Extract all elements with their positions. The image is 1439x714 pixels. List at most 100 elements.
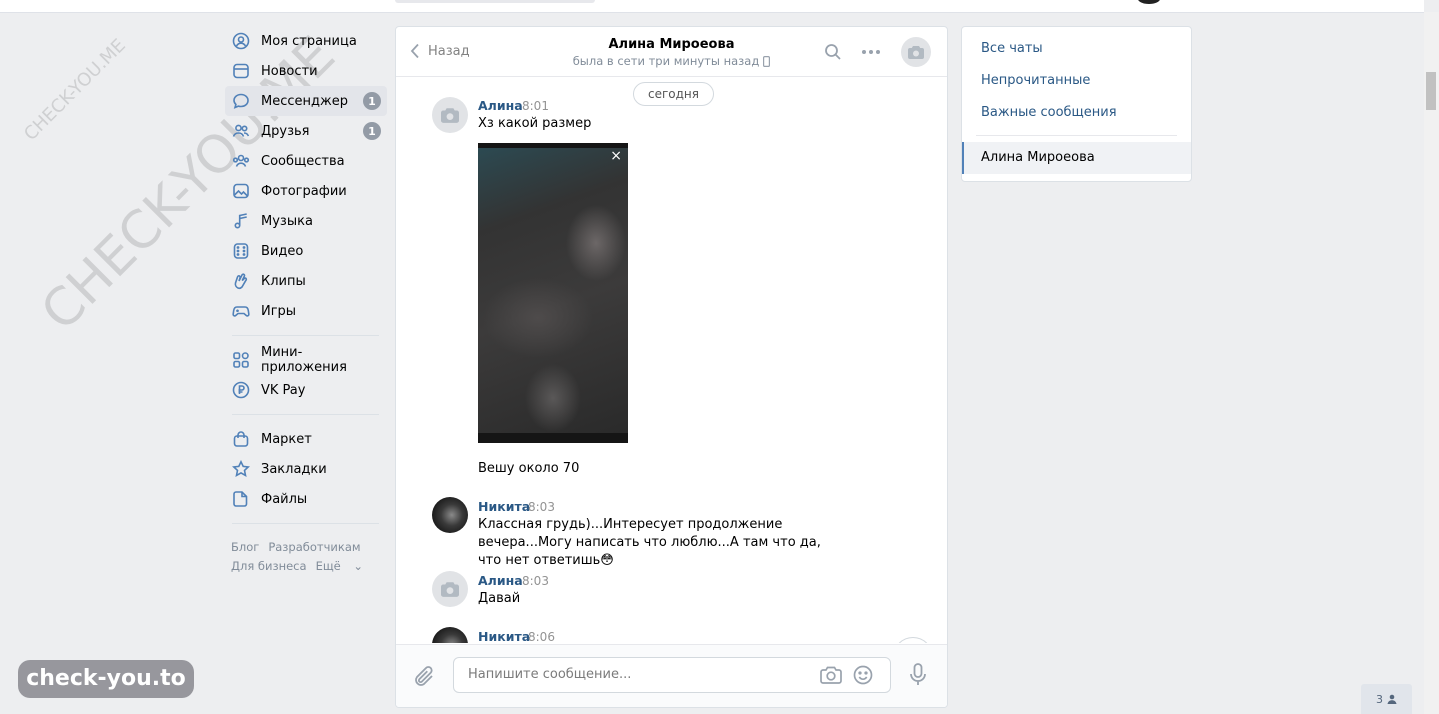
friends-badge: 1 [363,122,381,140]
nav-label: Игры [261,303,297,319]
message-text: Хз какой размер [478,116,592,131]
nav-label: Моя страница [261,33,357,49]
header-search-stub[interactable] [395,0,595,3]
chat-filters-panel: Все чаты Непрочитанные Важные сообщения … [961,26,1192,182]
online-friends-button[interactable]: 3 [1361,684,1412,714]
nav-label: VK Pay [261,382,306,398]
nav-item-mini-apps[interactable]: Мини-приложения [225,345,387,375]
bag-icon [232,430,250,448]
more-dots-icon[interactable] [861,49,881,55]
message-input[interactable] [466,666,810,683]
photo-content [478,148,628,433]
message-time[interactable]: 8:03 [522,574,549,588]
star-icon [232,460,250,478]
online-count: 3 [1376,692,1383,706]
message-author[interactable]: Никита [478,629,530,643]
nav-item-my-page[interactable]: Моя страница [225,26,387,56]
nav-item-files[interactable]: Файлы [225,484,387,514]
filter-unread[interactable]: Непрочитанные [962,65,1191,97]
camera-placeholder-icon [441,107,459,123]
nav-label: Маркет [261,431,312,447]
filter-important[interactable]: Важные сообщения [962,97,1191,129]
nav-item-market[interactable]: Маркет [225,424,387,454]
nav-item-video[interactable]: Видео [225,236,387,266]
nav-item-games[interactable]: Игры [225,296,387,326]
message-author[interactable]: Алина [478,573,523,588]
close-icon[interactable]: × [610,149,622,163]
nav-item-bookmarks[interactable]: Закладки [225,454,387,484]
nav-footer: Блог Разработчикам Для бизнеса Ещё ⌄ [231,538,387,576]
nav-divider [232,335,379,336]
file-icon [232,490,250,508]
message-time[interactable]: 8:01 [522,99,549,113]
scrollbar-thumb[interactable] [1426,72,1436,110]
message-time[interactable]: 8:06 [528,630,555,643]
page-scrollbar[interactable] [1424,12,1439,714]
camera-icon[interactable] [820,666,842,684]
unread-badge: 1 [363,92,381,110]
avatar[interactable] [432,571,468,607]
avatar[interactable] [432,97,468,133]
camera-placeholder-icon [908,45,924,59]
open-chat-tab[interactable]: Алина Мироеова [962,142,1191,174]
emoji-smile-icon[interactable] [853,665,873,685]
peer-status: была в сети три минуты назад [396,54,947,68]
footer-more-label: Ещё [315,559,341,573]
nav-label: Мини-приложения [261,345,347,375]
scroll-to-bottom-button[interactable] [893,637,933,643]
peer-status-text: была в сети три минуты назад [572,54,760,68]
date-divider: сегодня [633,82,714,106]
nav-item-vk-pay[interactable]: VK Pay [225,375,387,405]
peer-avatar[interactable] [901,37,931,67]
avatar[interactable] [432,627,468,643]
search-icon[interactable] [824,43,842,61]
filters-divider [976,135,1177,136]
apps-grid-icon [232,351,250,369]
microphone-icon[interactable] [908,663,928,687]
nav-item-communities[interactable]: Сообщества [225,146,387,176]
message-time[interactable]: 8:03 [528,500,555,514]
nav-divider [232,414,379,415]
friends-icon [232,122,250,140]
message-text: Классная грудь)...Интересует продолжение… [478,517,821,568]
nav-label: Новости [261,63,318,79]
message-author[interactable]: Никита [478,499,530,514]
chat-header: Назад Алина Мироеова была в сети три мин… [396,27,947,77]
video-icon [232,242,250,260]
photo-icon [232,182,250,200]
message-author[interactable]: Алина [478,98,523,113]
message-history[interactable]: сегодня Алина 8:01 Хз какой размер × Веш… [396,77,947,643]
avatar[interactable] [432,497,468,533]
chevron-down-icon: ⌄ [353,559,364,573]
message-text: Вешу около 70 [478,461,580,476]
footer-link-business[interactable]: Для бизнеса [231,559,307,573]
clips-icon [232,272,250,290]
news-icon [232,62,250,80]
footer-link-blog[interactable]: Блог [231,540,259,554]
nav-label: Клипы [261,273,306,289]
top-header-bar [0,0,1424,13]
user-circle-icon [232,32,250,50]
nav-item-photos[interactable]: Фотографии [225,176,387,206]
nav-divider [232,523,379,524]
footer-link-developers[interactable]: Разработчикам [268,540,360,554]
message-text: Давай [478,591,521,606]
nav-item-music[interactable]: Музыка [225,206,387,236]
nav-item-news[interactable]: Новости [225,56,387,86]
nav-label: Файлы [261,491,308,507]
nav-label: Закладки [261,461,327,477]
nav-item-messenger[interactable]: Мессенджер 1 [225,86,387,116]
camera-placeholder-icon [441,581,459,597]
message-input-box[interactable] [453,657,891,693]
footer-more-menu[interactable]: Ещё ⌄ [316,559,372,573]
nav-item-friends[interactable]: Друзья 1 [225,116,387,146]
message-photo[interactable]: × [478,143,628,443]
filter-all-chats[interactable]: Все чаты [962,33,1191,65]
nav-item-clips[interactable]: Клипы [225,266,387,296]
paperclip-icon[interactable] [414,665,436,689]
header-avatar[interactable] [1138,0,1160,4]
gamepad-icon [232,302,250,320]
message-bubble-icon [232,92,250,110]
mobile-icon [763,55,771,67]
nav-label: Мессенджер [261,93,348,109]
